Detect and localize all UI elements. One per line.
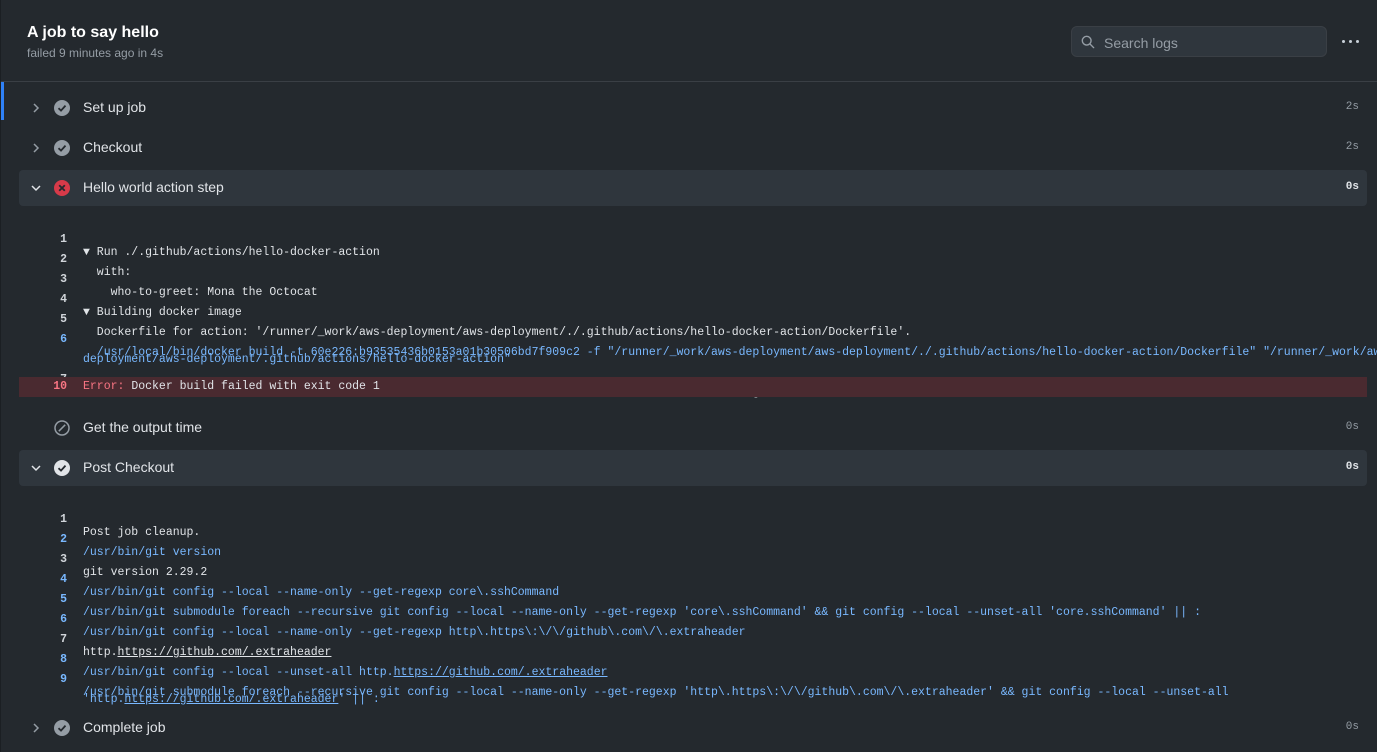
chevron-down-icon (31, 185, 41, 192)
step-duration: 0s (1345, 421, 1359, 433)
error-label: Error: (83, 380, 125, 393)
step-duration: 0s (1345, 721, 1359, 733)
step-duration: 2s (1345, 101, 1359, 113)
job-status-text: failed 9 minutes ago in 4s (27, 46, 164, 60)
step-label: Checkout (83, 139, 143, 155)
chevron-right-icon (33, 103, 40, 113)
search-logs-box[interactable] (1071, 26, 1327, 57)
check-circle-icon (54, 460, 70, 476)
chevron-right-icon (33, 143, 40, 153)
more-options-icon[interactable] (1339, 33, 1363, 51)
step-label: Complete job (83, 719, 166, 735)
step-duration: 0s (1345, 181, 1359, 193)
check-circle-icon (54, 140, 70, 156)
job-title: A job to say hello (27, 24, 159, 41)
search-logs-input[interactable] (1102, 31, 1321, 55)
log-text-suffix: ' || : (338, 693, 380, 706)
log-line-text: Error: Docker build failed with exit cod… (83, 380, 380, 393)
job-header: A job to say hello failed 9 minutes ago … (1, 0, 1377, 82)
step-label: Set up job (83, 99, 147, 115)
step-label: Get the output time (83, 419, 203, 435)
step-duration: 0s (1345, 461, 1359, 473)
chevron-down-icon (31, 465, 41, 472)
x-circle-icon (54, 180, 70, 196)
check-circle-icon (54, 720, 70, 736)
log-line-error: 10 Error: Docker build failed with exit … (19, 377, 1367, 397)
log-line-number[interactable]: 10 (19, 380, 67, 393)
step-set-up-job[interactable]: Set up job 2s (19, 90, 1367, 126)
step-label: Post Checkout (83, 459, 175, 475)
extraheader-link[interactable]: https://github.com/.extraheader (124, 693, 338, 706)
log-line-text: 'http.https://github.com/.extraheader' |… (83, 693, 380, 706)
active-step-indicator (1, 82, 4, 120)
step-post-checkout[interactable]: Post Checkout 0s (19, 450, 1367, 486)
step-label: Hello world action step (83, 179, 224, 195)
step-duration: 2s (1345, 141, 1359, 153)
step-checkout[interactable]: Checkout 2s (19, 130, 1367, 166)
error-message: Docker build failed with exit code 1 (124, 380, 380, 393)
chevron-right-icon (33, 723, 40, 733)
skipped-icon (54, 420, 70, 436)
step-complete-job[interactable]: Complete job 0s (19, 710, 1367, 746)
log-text-prefix: 'http. (83, 693, 125, 706)
step-get-output-time[interactable]: Get the output time 0s (19, 410, 1367, 446)
search-icon (1081, 35, 1095, 49)
step-hello-world-action[interactable]: Hello world action step 0s (19, 170, 1367, 206)
workflow-job-panel: A job to say hello failed 9 minutes ago … (0, 0, 1377, 752)
check-circle-icon (54, 100, 70, 116)
